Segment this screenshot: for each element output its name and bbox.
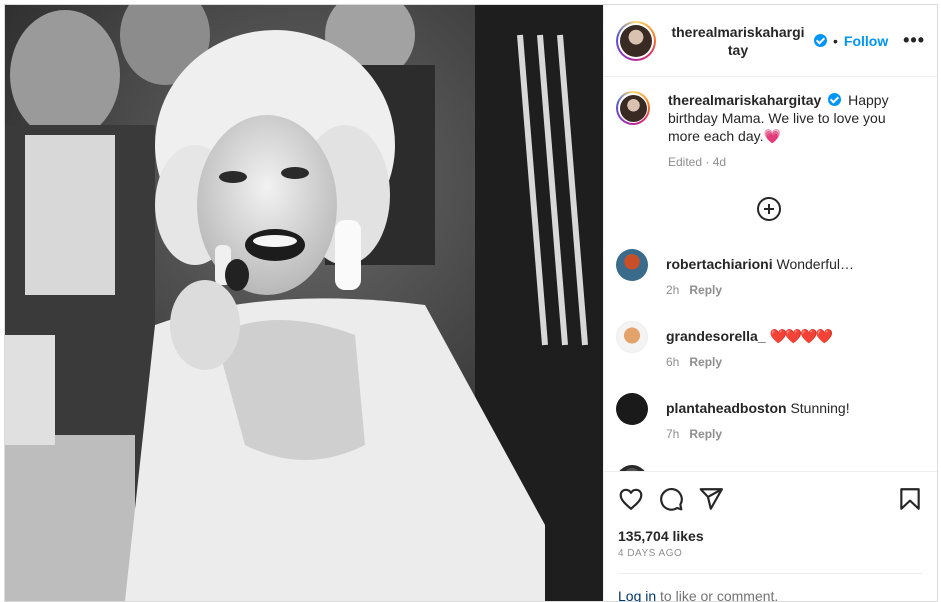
caption-meta: Edited · 4d: [668, 155, 727, 169]
share-icon[interactable]: [698, 486, 724, 512]
black-and-white-photo: [5, 5, 603, 601]
comment-meta: 7h Reply: [666, 425, 850, 443]
post-age: 4 DAYS AGO: [618, 548, 683, 559]
avatar-frame: [618, 22, 654, 59]
comment-username[interactable]: plantaheadboston: [666, 400, 787, 416]
caption-body: therealmariskahargitay Happy birthday Ma…: [668, 91, 921, 171]
comment-meta: 2h Reply: [666, 281, 854, 299]
commenter-avatar[interactable]: [616, 249, 648, 281]
comment-time: 6h: [666, 355, 680, 369]
comment-username[interactable]: grandesorella_: [666, 328, 766, 344]
login-prompt: Log in to like or comment.: [618, 573, 923, 602]
comment-body: grandesorella_ ❤️❤️❤️❤️ 6h Reply: [666, 321, 834, 371]
instagram-post: therealmariskahargi tay • Follow ••• the…: [4, 4, 938, 602]
comment-body: robertachiarioni Wonderful… 2h Reply: [666, 249, 854, 299]
caption: therealmariskahargitay Happy birthday Ma…: [616, 91, 921, 171]
likes-count[interactable]: 135,704 likes: [618, 528, 923, 544]
comment-time: 2h: [666, 283, 680, 297]
post-actions: 135,704 likes 4 DAYS AGO Log in to like …: [604, 471, 937, 602]
verified-badge-icon: [828, 93, 842, 106]
avatar-image: [620, 24, 652, 57]
commenter-avatar[interactable]: [616, 321, 648, 353]
commenter-avatar[interactable]: [616, 393, 648, 425]
post-header: therealmariskahargi tay • Follow •••: [604, 5, 937, 77]
separator-dot: •: [833, 32, 838, 49]
comment-meta: 6h Reply: [666, 353, 831, 371]
comment-username[interactable]: robertachiarioni: [666, 256, 773, 272]
pink-heart-emoji: 💗: [763, 128, 781, 144]
author-username[interactable]: therealmariskahargi tay: [668, 23, 808, 59]
login-link[interactable]: Log in: [618, 588, 656, 602]
comment-item: robertachiarioni Wonderful… 2h Reply: [616, 249, 921, 299]
caption-username[interactable]: therealmariskahargitay: [668, 92, 821, 108]
verified-badge-icon: [814, 34, 827, 47]
avatar-frame: [618, 93, 648, 123]
more-options-icon[interactable]: •••: [903, 30, 925, 51]
load-more: [616, 197, 921, 221]
reply-button[interactable]: Reply: [689, 283, 722, 297]
comments-section: therealmariskahargitay Happy birthday Ma…: [604, 77, 937, 471]
caption-avatar[interactable]: [616, 91, 650, 125]
reply-button[interactable]: Reply: [689, 355, 722, 369]
comment-item: rashberry39 🙏🏾🙏🏾🙏🏾🙏🏾❤️❤️❤️❤️❤️: [616, 465, 921, 471]
comment-item: grandesorella_ ❤️❤️❤️❤️ 6h Reply: [616, 321, 921, 371]
plus-circle-icon[interactable]: [756, 197, 781, 221]
login-prompt-text: to like or comment.: [656, 588, 779, 602]
comment-text: Stunning!: [790, 400, 850, 416]
comment-body: rashberry39 🙏🏾🙏🏾🙏🏾🙏🏾❤️❤️❤️❤️❤️: [666, 465, 893, 471]
comment-text: ❤️❤️❤️❤️: [769, 328, 834, 344]
comment-time: 7h: [666, 427, 680, 441]
comment-item: plantaheadboston Stunning! 7h Reply: [616, 393, 921, 443]
follow-button[interactable]: Follow: [844, 33, 888, 49]
comment-body: plantaheadboston Stunning! 7h Reply: [666, 393, 850, 443]
author-avatar[interactable]: [616, 20, 656, 61]
comment-text: Wonderful…: [776, 256, 855, 272]
commenter-avatar[interactable]: [616, 465, 648, 471]
avatar-image: [619, 94, 647, 122]
bookmark-icon[interactable]: [897, 486, 923, 512]
reply-button[interactable]: Reply: [689, 427, 722, 441]
post-photo[interactable]: [5, 5, 603, 601]
action-icons: [618, 486, 923, 512]
comment-icon[interactable]: [658, 486, 684, 512]
post-side-panel: therealmariskahargi tay • Follow ••• the…: [603, 5, 937, 602]
heart-icon[interactable]: [618, 486, 644, 512]
